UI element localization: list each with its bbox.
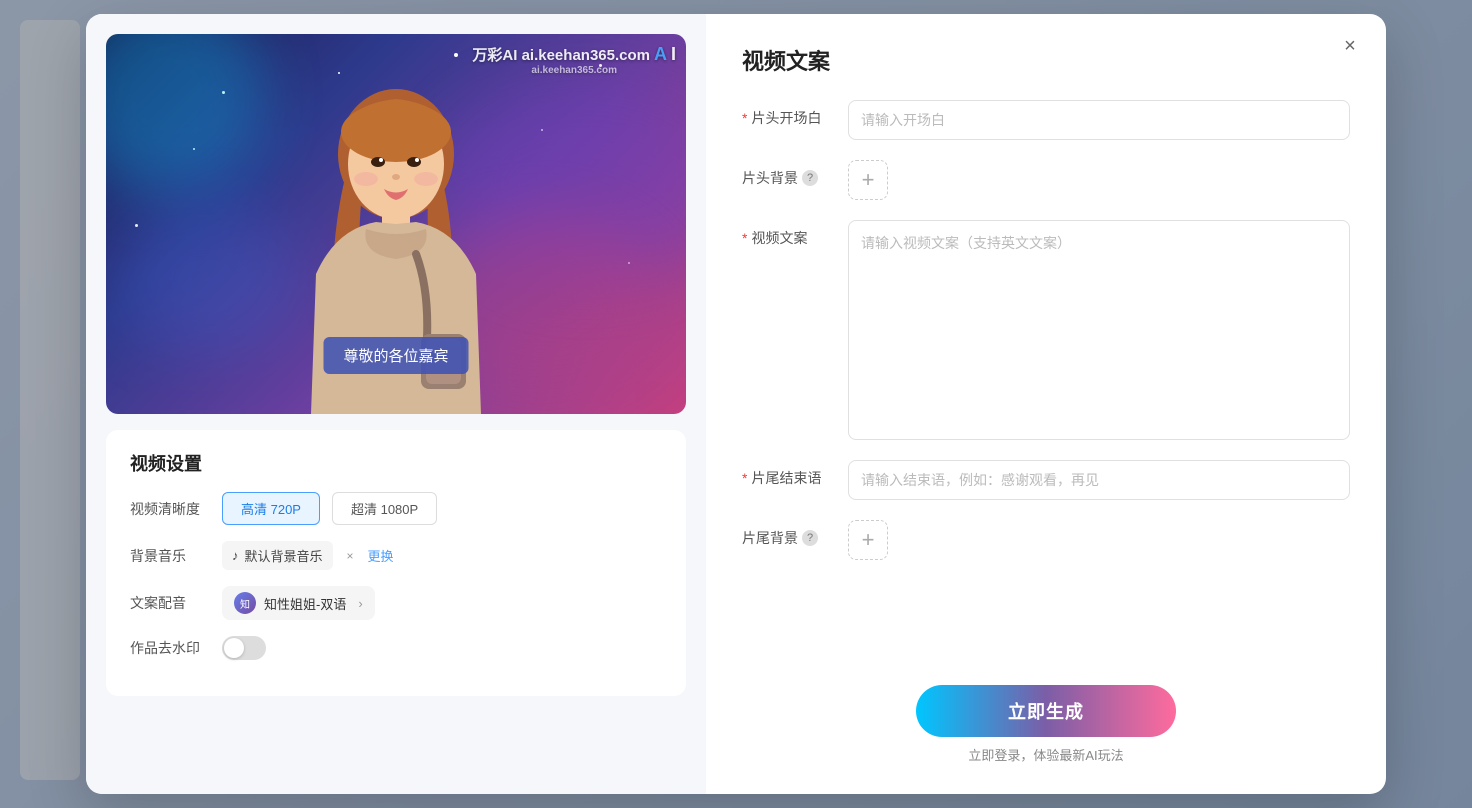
generate-section: 立即生成 立即登录，体验最新AI玩法: [742, 669, 1350, 764]
opening-required: *: [742, 110, 747, 126]
quality-1080p-button[interactable]: 超清 1080P: [332, 492, 437, 525]
voice-name: 知性姐姐-双语: [264, 594, 346, 613]
script-label-text: 视频文案: [751, 228, 807, 248]
music-close-button[interactable]: ×: [345, 547, 356, 565]
watermark-label: 作品去水印: [130, 638, 210, 658]
footer-bg-row: 片尾背景 ? +: [742, 520, 1350, 560]
opening-label-text: 片头开场白: [751, 108, 821, 128]
ending-input[interactable]: [848, 460, 1350, 500]
script-textarea[interactable]: [848, 220, 1350, 440]
music-icon: ♪: [232, 548, 239, 563]
voice-row: 文案配音 知 知性姐姐-双语 ›: [130, 586, 662, 620]
script-required: *: [742, 230, 747, 246]
ending-label: * 片尾结束语: [742, 460, 832, 488]
footer-bg-label: 片尾背景 ?: [742, 520, 832, 548]
music-change-button[interactable]: 更换: [368, 546, 394, 565]
voice-selector[interactable]: 知 知性姐姐-双语 ›: [222, 586, 375, 620]
music-name: 默认背景音乐: [245, 546, 323, 565]
music-label: 背景音乐: [130, 546, 210, 566]
close-button[interactable]: ×: [1334, 30, 1366, 62]
header-bg-add-button[interactable]: +: [848, 160, 888, 200]
ending-required: *: [742, 470, 747, 486]
footer-bg-add-button[interactable]: +: [848, 520, 888, 560]
right-title: 视频文案: [742, 44, 1350, 76]
left-panel: 万彩AI ai.keehan365.com A I ai.keehan365.c…: [86, 14, 706, 794]
subtitle-bar: 尊敬的各位嘉宾: [323, 337, 468, 374]
voice-label: 文案配音: [130, 593, 210, 613]
generate-button[interactable]: 立即生成: [916, 685, 1176, 737]
music-row: 背景音乐 ♪ 默认背景音乐 × 更换: [130, 541, 662, 570]
right-panel: 视频文案 * 片头开场白 片头背景 ? + *: [706, 14, 1386, 794]
modal-container: ×: [86, 14, 1386, 794]
opening-label: * 片头开场白: [742, 100, 832, 128]
voice-chevron-icon: ›: [358, 596, 362, 611]
opening-row: * 片头开场白: [742, 100, 1350, 140]
header-bg-label-text: 片头背景: [742, 168, 798, 188]
watermark-text: 万彩AI ai.keehan365.com: [472, 44, 650, 65]
ending-row: * 片尾结束语: [742, 460, 1350, 500]
toggle-thumb: [224, 638, 244, 658]
quality-720p-button[interactable]: 高清 720P: [222, 492, 320, 525]
settings-title: 视频设置: [130, 450, 662, 476]
music-tag: ♪ 默认背景音乐: [222, 541, 333, 570]
ending-label-text: 片尾结束语: [751, 468, 821, 488]
watermark-row: 作品去水印: [130, 636, 662, 660]
voice-avatar: 知: [234, 592, 256, 614]
header-bg-help-icon[interactable]: ?: [802, 170, 818, 186]
footer-bg-help-icon[interactable]: ?: [802, 530, 818, 546]
quality-row: 视频清晰度 高清 720P 超清 1080P: [130, 492, 662, 525]
login-hint: 立即登录，体验最新AI玩法: [968, 745, 1123, 764]
script-label: * 视频文案: [742, 220, 832, 248]
header-bg-row: 片头背景 ? +: [742, 160, 1350, 200]
watermark-toggle[interactable]: [222, 636, 266, 660]
footer-bg-label-text: 片尾背景: [742, 528, 798, 548]
quality-label: 视频清晰度: [130, 499, 210, 519]
opening-input[interactable]: [848, 100, 1350, 140]
modal-overlay: ×: [0, 0, 1472, 808]
script-row: * 视频文案: [742, 220, 1350, 440]
settings-section: 视频设置 视频清晰度 高清 720P 超清 1080P 背景音乐 ♪ 默认背景音…: [106, 430, 686, 696]
header-bg-label: 片头背景 ?: [742, 160, 832, 188]
video-watermark: 万彩AI ai.keehan365.com A I ai.keehan365.c…: [472, 44, 676, 76]
video-preview: 万彩AI ai.keehan365.com A I ai.keehan365.c…: [106, 34, 686, 414]
